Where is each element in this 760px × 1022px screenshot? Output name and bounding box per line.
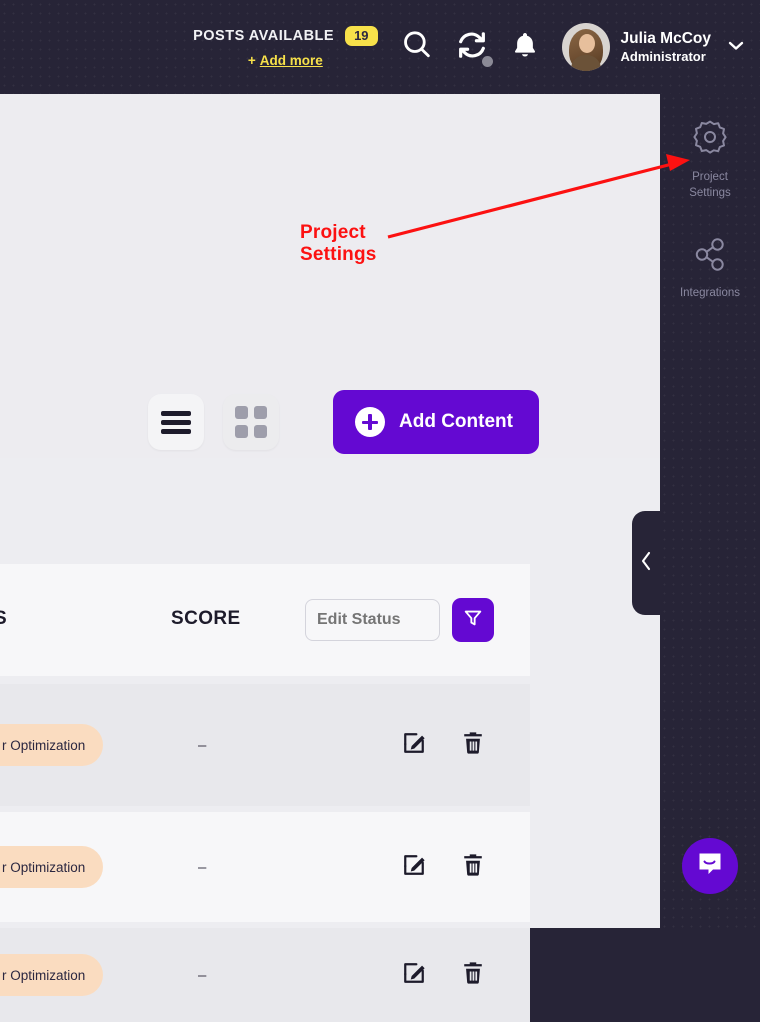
avatar [561, 23, 610, 71]
list-view-button[interactable] [148, 394, 204, 450]
user-role: Administrator [620, 48, 706, 64]
column-header-score: SCORE [171, 608, 241, 629]
sidebar-item-label: Project Settings [689, 171, 731, 199]
status-badge: r Optimization [0, 954, 104, 996]
posts-available-count-badge: 19 [345, 25, 378, 47]
plus-icon: + [247, 53, 256, 69]
row-score: – [198, 858, 207, 876]
edit-icon[interactable] [400, 851, 428, 884]
list-view-icon [161, 407, 191, 438]
grid-view-icon [235, 406, 267, 438]
table-row[interactable]: r Optimization – [0, 812, 530, 922]
edit-icon[interactable] [400, 729, 428, 762]
top-header-bar: POSTS AVAILABLE 19 + Add more Julia McCo… [0, 0, 760, 94]
row-score: – [198, 736, 207, 754]
filter-button[interactable] [452, 598, 494, 642]
avatar-face [578, 34, 595, 53]
sync-icon[interactable] [456, 29, 493, 67]
sidebar-item-integrations[interactable]: Integrations [660, 236, 760, 302]
edit-status-input[interactable] [305, 599, 440, 641]
table-row[interactable]: r Optimization – [0, 684, 530, 806]
notification-bell-icon[interactable] [510, 29, 540, 66]
trash-icon[interactable] [460, 729, 486, 762]
chat-launcher-button[interactable] [682, 838, 738, 894]
user-menu[interactable]: Julia McCoy Administrator [561, 23, 746, 71]
add-more-label: Add more [259, 53, 323, 69]
sidebar-collapse-button[interactable] [632, 511, 660, 615]
add-content-button[interactable]: Add Content [333, 390, 539, 454]
status-badge: r Optimization [0, 846, 104, 888]
sidebar-item-label: Integrations [679, 287, 741, 299]
right-sidebar: Project Settings Integrations [632, 94, 760, 928]
row-score: – [198, 966, 207, 984]
edit-icon[interactable] [400, 959, 428, 992]
chat-bubble-icon [695, 849, 725, 884]
sidebar-item-project-settings[interactable]: Project Settings [660, 116, 760, 201]
add-more-link[interactable]: + Add more [193, 53, 377, 68]
user-text-block: Julia McCoy Administrator [621, 29, 711, 65]
avatar-body [570, 55, 601, 71]
posts-available-label: POSTS AVAILABLE [193, 27, 335, 44]
grid-view-button[interactable] [223, 394, 279, 450]
add-content-label: Add Content [399, 411, 513, 432]
filter-funnel-icon [462, 607, 484, 634]
share-nodes-icon [688, 238, 732, 280]
table-row[interactable]: r Optimization – [0, 928, 530, 1022]
status-badge: r Optimization [0, 724, 104, 766]
column-header-partial: S [0, 608, 7, 629]
annotation-text: Project Settings [300, 222, 377, 266]
table-header-row: S SCORE [0, 564, 530, 676]
trash-icon[interactable] [460, 959, 486, 992]
main-content-panel: Add Content S SCORE r Optimization – [0, 94, 660, 1022]
posts-available-block: POSTS AVAILABLE 19 + Add more [193, 25, 378, 68]
chevron-left-icon [639, 550, 653, 577]
posts-available-line: POSTS AVAILABLE 19 [193, 25, 378, 47]
user-name: Julia McCoy [620, 30, 711, 48]
trash-icon[interactable] [460, 851, 486, 884]
chevron-down-icon[interactable] [726, 38, 746, 57]
sync-status-dot [481, 55, 493, 67]
gear-settings-icon [688, 120, 732, 164]
search-icon[interactable] [400, 28, 434, 67]
view-toolbar: Add Content [148, 390, 539, 454]
plus-circle-icon [355, 407, 385, 437]
